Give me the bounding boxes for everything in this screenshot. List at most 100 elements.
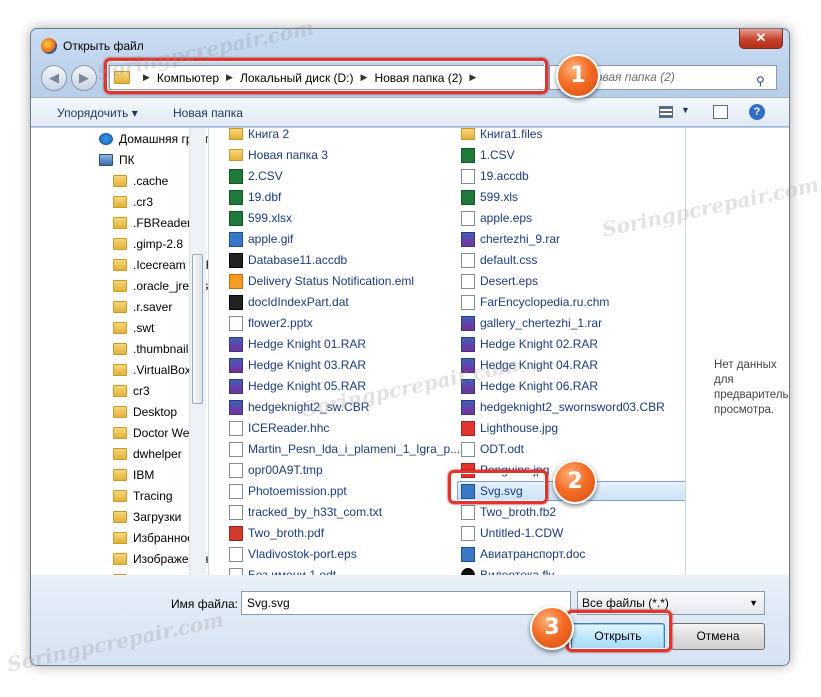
- file-item[interactable]: tracked_by_h33t_com.txt: [229, 502, 382, 522]
- forward-button[interactable]: ▶: [71, 65, 97, 91]
- file-item[interactable]: apple.eps: [461, 208, 532, 228]
- file-name: Книга 2: [248, 128, 290, 141]
- file-item[interactable]: docIdIndexPart.dat: [229, 292, 349, 312]
- file-item[interactable]: Книга 2: [229, 128, 289, 144]
- tree-item[interactable]: Загрузки: [113, 506, 181, 527]
- file-item[interactable]: Hedge Knight 01.RAR: [229, 334, 366, 354]
- organize-button[interactable]: Упорядочить ▾: [57, 106, 138, 120]
- file-item[interactable]: Two_broth.pdf: [229, 523, 324, 543]
- red-file-icon: [229, 525, 243, 541]
- file-item[interactable]: Martin_Pesn_lda_i_plameni_1_Igra_p...: [229, 439, 460, 459]
- file-item[interactable]: apple.gif: [229, 229, 293, 249]
- file-item[interactable]: Untitled-1.CDW: [461, 523, 563, 543]
- blue-file-icon: [461, 546, 475, 562]
- tree-item[interactable]: Избранное: [113, 527, 194, 548]
- file-item[interactable]: ICEReader.hhc: [229, 418, 329, 438]
- tree-item-label: cr3: [133, 383, 150, 398]
- downloads-icon: [113, 510, 127, 523]
- file-item[interactable]: Без имени 1.odt: [229, 565, 336, 575]
- file-item[interactable]: hedgeknight2_sw.CBR: [229, 397, 369, 417]
- preview-pane-icon[interactable]: [713, 105, 728, 119]
- file-item[interactable]: Видеотека.flv: [461, 565, 554, 575]
- folder-file-icon: [229, 128, 243, 140]
- tree-item[interactable]: .VirtualBox: [113, 359, 191, 380]
- chevron-down-icon: ▼: [749, 598, 758, 608]
- preview-message: Нет данных для предварительного просмотр…: [714, 359, 789, 416]
- tree-scrollbar-thumb[interactable]: [192, 254, 203, 404]
- file-item[interactable]: FarEncyclopedia.ru.chm: [461, 292, 609, 312]
- blue-file-icon: [229, 231, 243, 247]
- view-options-icon[interactable]: [659, 106, 673, 118]
- file-item[interactable]: Hedge Knight 03.RAR: [229, 355, 366, 375]
- file-name: chertezhi_9.rar: [480, 232, 561, 246]
- tree-item[interactable]: IBM: [113, 464, 154, 485]
- file-item[interactable]: Hedge Knight 04.RAR: [461, 355, 598, 375]
- tree-item-label: IBM: [133, 467, 155, 482]
- file-item[interactable]: Hedge Knight 05.RAR: [229, 376, 366, 396]
- file-item[interactable]: Database11.accdb: [229, 250, 347, 270]
- tree-item-label: .swt: [133, 320, 155, 335]
- tree-item[interactable]: .thumbnails: [113, 338, 194, 359]
- file-item[interactable]: 1.CSV: [461, 145, 515, 165]
- homegroup-icon: [99, 132, 113, 145]
- file-item[interactable]: Lighthouse.jpg: [461, 418, 558, 438]
- rar-file-icon: [461, 315, 475, 331]
- computer-icon: [99, 153, 113, 166]
- file-item[interactable]: Книга1.files: [461, 128, 542, 144]
- close-button[interactable]: ✕: [739, 29, 783, 49]
- firefox-icon: [41, 38, 57, 54]
- tree-item-label: .VirtualBox: [133, 362, 191, 377]
- file-item[interactable]: Desert.eps: [461, 271, 538, 291]
- tree-item[interactable]: .cr3: [113, 191, 153, 212]
- file-item[interactable]: Новая папка 3: [229, 145, 328, 165]
- folder-icon: [113, 426, 127, 439]
- tree-item[interactable]: ПК: [99, 149, 135, 170]
- tree-item[interactable]: .FBReader: [113, 212, 191, 233]
- file-item[interactable]: 2.CSV: [229, 166, 283, 186]
- file-item[interactable]: 19.dbf: [229, 187, 281, 207]
- tree-item[interactable]: Tracing: [113, 485, 173, 506]
- filename-input[interactable]: Svg.svg: [241, 591, 571, 615]
- tree-item[interactable]: .r.saver: [113, 296, 172, 317]
- plain-file-icon: [461, 273, 475, 289]
- excel-file-icon: [229, 189, 243, 205]
- file-item[interactable]: Авиатранспорт.doc: [461, 544, 585, 564]
- tree-item[interactable]: Desktop: [113, 401, 177, 422]
- file-name: Hedge Knight 03.RAR: [248, 358, 367, 372]
- cancel-button[interactable]: Отмена: [671, 623, 765, 650]
- file-item[interactable]: chertezhi_9.rar: [461, 229, 560, 249]
- search-icon[interactable]: ⚲: [756, 70, 770, 88]
- file-name: tracked_by_h33t_com.txt: [248, 505, 383, 519]
- file-item[interactable]: default.css: [461, 250, 537, 270]
- tree-item[interactable]: .cache: [113, 170, 168, 191]
- help-icon[interactable]: ?: [749, 104, 765, 120]
- plain-file-icon: [461, 210, 475, 226]
- file-item[interactable]: Delivery Status Notification.eml: [229, 271, 414, 291]
- back-button[interactable]: ◀: [41, 65, 67, 91]
- file-item[interactable]: Two_broth.fb2: [461, 502, 556, 522]
- file-item[interactable]: flower2.pptx: [229, 313, 313, 333]
- file-item[interactable]: gallery_chertezhi_1.rar: [461, 313, 602, 333]
- file-item[interactable]: hedgeknight2_swornsword03.CBR: [461, 397, 665, 417]
- file-item[interactable]: 19.accdb: [461, 166, 529, 186]
- tree-item[interactable]: .swt: [113, 317, 154, 338]
- new-folder-button[interactable]: Новая папка: [173, 106, 243, 120]
- file-item[interactable]: 599.xls: [461, 187, 518, 207]
- file-item[interactable]: Hedge Knight 06.RAR: [461, 376, 598, 396]
- file-item[interactable]: opr00A9T.tmp: [229, 460, 323, 480]
- file-item[interactable]: Hedge Knight 02.RAR: [461, 334, 598, 354]
- file-item[interactable]: Vladivostok-port.eps: [229, 544, 357, 564]
- chevron-down-icon[interactable]: ▼: [681, 105, 690, 115]
- tree-item[interactable]: dwhelper: [113, 443, 182, 464]
- tree-item[interactable]: .gimp-2.8: [113, 233, 183, 254]
- tree-item[interactable]: cr3: [113, 380, 150, 401]
- file-item[interactable]: 599.xlsx: [229, 208, 292, 228]
- step-badge-2: 2: [553, 460, 597, 504]
- file-item[interactable]: ODT.odt: [461, 439, 524, 459]
- tree-item[interactable]: Doctor Web: [113, 422, 196, 443]
- file-item[interactable]: Photoemission.ppt: [229, 481, 347, 501]
- file-name: Two_broth.pdf: [248, 526, 325, 540]
- folder-icon: [113, 258, 127, 271]
- file-name: 19.accdb: [480, 169, 529, 183]
- plain-file-icon: [229, 315, 243, 331]
